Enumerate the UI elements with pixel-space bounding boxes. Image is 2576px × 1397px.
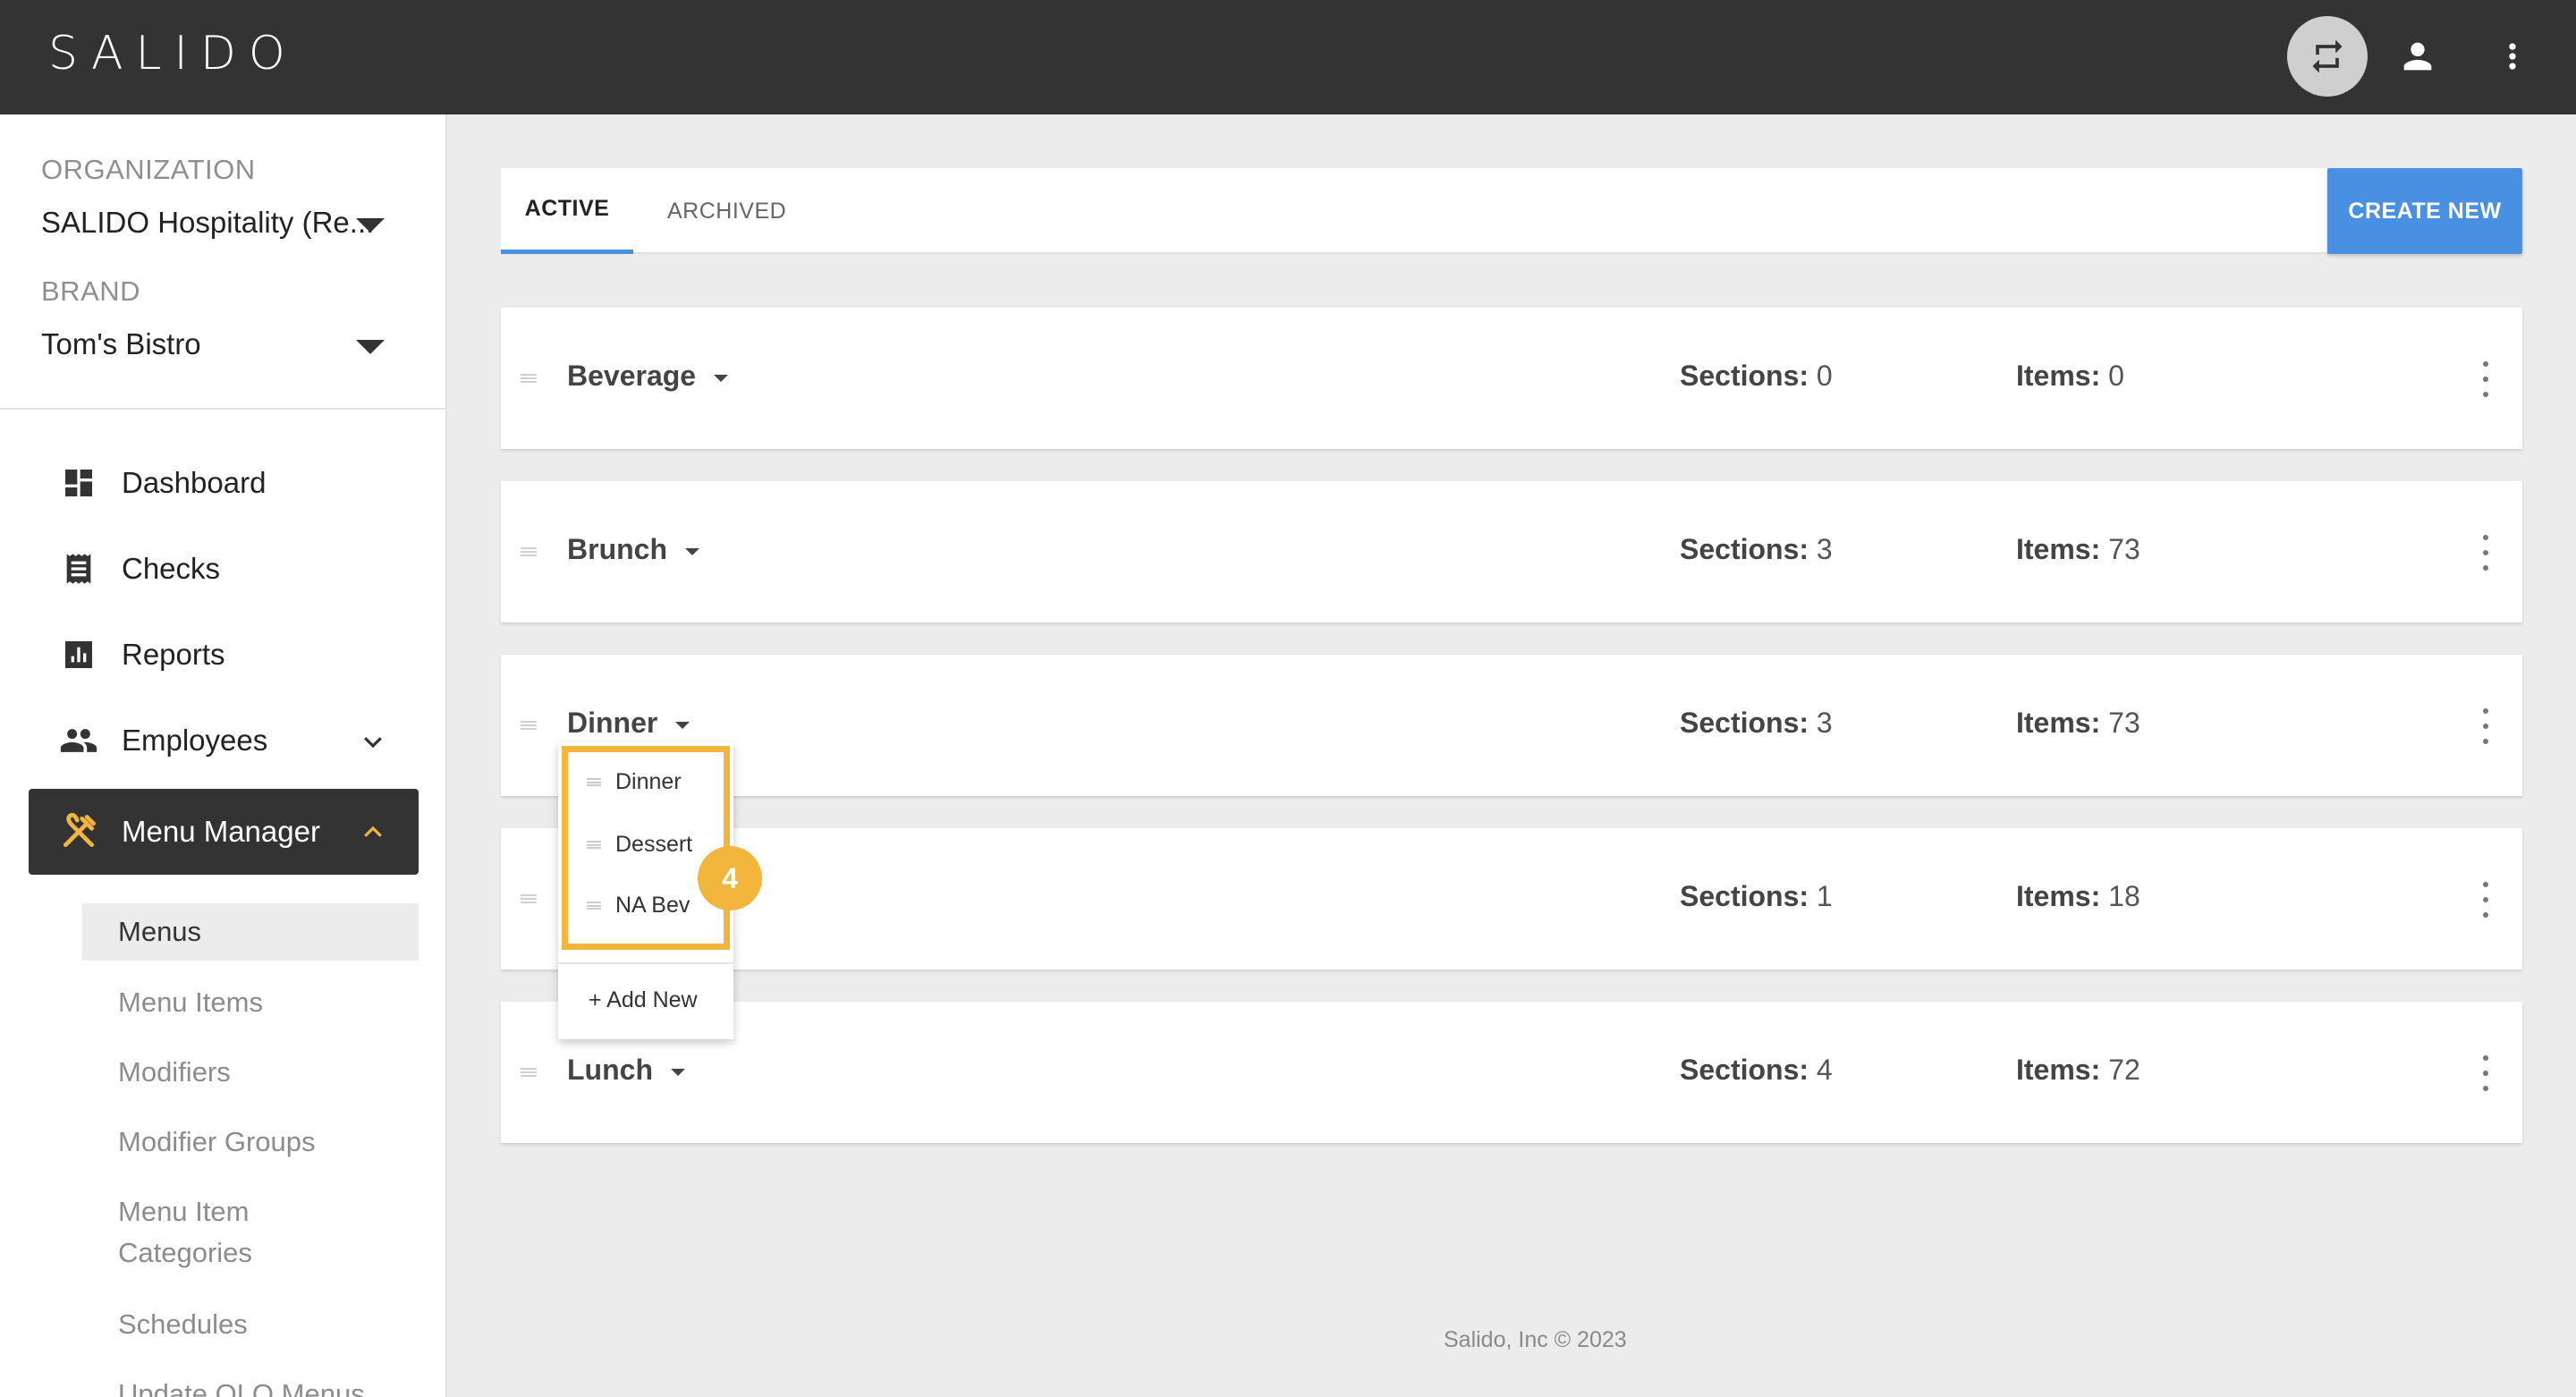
row-more-icon[interactable] xyxy=(2472,708,2499,744)
dashboard-icon xyxy=(59,463,98,503)
menu-name-dropdown[interactable]: Brunch xyxy=(567,533,699,566)
account-icon xyxy=(2403,42,2432,71)
tab-active[interactable]: ACTIVE xyxy=(501,168,633,254)
menu-name-dropdown[interactable]: Beverage xyxy=(567,360,729,393)
drag-handle-icon[interactable] xyxy=(521,547,537,556)
bar-chart-icon xyxy=(59,635,98,674)
sidebar: ORGANIZATION SALIDO Hospitality (Re... B… xyxy=(0,114,447,1397)
sidebar-subitem-menu-items[interactable]: Menu Items xyxy=(82,982,419,1023)
receipt-icon xyxy=(59,549,98,588)
chevron-down-icon xyxy=(364,737,382,749)
sidebar-item-checks[interactable]: Checks xyxy=(29,526,419,612)
sidebar-item-dashboard[interactable]: Dashboard xyxy=(29,440,419,526)
row-more-icon[interactable] xyxy=(2472,1055,2499,1091)
sections-count: Sections: 0 xyxy=(1680,360,1833,392)
items-count: Items: 72 xyxy=(2016,1054,2140,1086)
sidebar-subitem-schedules[interactable]: Schedules xyxy=(82,1304,419,1345)
row-more-icon[interactable] xyxy=(2472,882,2499,918)
drag-handle-icon[interactable] xyxy=(587,778,601,786)
items-count: Items: 0 xyxy=(2016,360,2124,392)
sidebar-subitem-menus[interactable]: Menus xyxy=(82,903,419,961)
sections-count: Sections: 1 xyxy=(1680,880,1833,912)
organization-caret-icon[interactable] xyxy=(356,218,385,233)
menu-name-dropdown[interactable]: Lunch xyxy=(567,1054,685,1087)
footer-copyright: Salido, Inc © 2023 xyxy=(1444,1327,1627,1352)
switch-location-button[interactable] xyxy=(2287,16,2368,97)
drag-handle-icon[interactable] xyxy=(521,374,537,383)
sidebar-subitem-modifiers[interactable]: Modifiers xyxy=(82,1052,419,1093)
people-icon xyxy=(59,721,98,760)
row-more-icon[interactable] xyxy=(2472,535,2499,571)
chevron-up-icon xyxy=(364,826,382,837)
sidebar-subitem-update-olo-menus[interactable]: Update OLO Menus xyxy=(82,1374,419,1397)
more-options-button[interactable] xyxy=(2472,16,2553,97)
sidebar-item-reports[interactable]: Reports xyxy=(29,612,419,698)
sections-count: Sections: 3 xyxy=(1680,707,1833,739)
step-badge: 4 xyxy=(698,846,762,910)
sidebar-subitem-menu-item-categories[interactable]: Menu Item Categories xyxy=(82,1191,351,1274)
dropdown-item-dessert[interactable]: Dessert xyxy=(587,832,692,858)
organization-label: ORGANIZATION xyxy=(41,154,256,185)
menu-row[interactable]: Beverage Sections: 0 Items: 0 xyxy=(501,308,2522,449)
dropdown-divider xyxy=(558,962,733,964)
items-count: Items: 73 xyxy=(2016,533,2140,565)
sidebar-item-label: Dashboard xyxy=(122,466,267,499)
add-new-section-button[interactable]: + Add New xyxy=(589,987,698,1013)
menu-name-dropdown[interactable]: Dinner xyxy=(567,707,691,740)
drag-handle-icon[interactable] xyxy=(521,721,537,730)
brand-select[interactable]: Tom's Bistro xyxy=(41,327,201,361)
sidebar-item-employees[interactable]: Employees xyxy=(29,698,419,783)
sidebar-item-label: Checks xyxy=(122,552,221,585)
top-app-bar: SALIDO xyxy=(0,0,2576,114)
more-vert-icon xyxy=(2509,43,2516,70)
sections-count: Sections: 4 xyxy=(1680,1054,1833,1086)
items-count: Items: 18 xyxy=(2016,880,2140,912)
caret-down-icon xyxy=(670,1068,685,1076)
sidebar-subitem-modifier-groups[interactable]: Modifier Groups xyxy=(82,1122,419,1163)
sidebar-item-label: Employees xyxy=(122,724,268,757)
sections-count: Sections: 3 xyxy=(1680,533,1833,565)
caret-down-icon xyxy=(675,721,691,729)
drag-handle-icon[interactable] xyxy=(521,1068,537,1077)
drag-handle-icon[interactable] xyxy=(587,902,601,910)
menu-row[interactable]: Dinner Sections: 3 Items: 73 xyxy=(501,655,2522,796)
switch-icon xyxy=(2312,39,2343,73)
caret-down-icon xyxy=(714,374,729,382)
sidebar-item-menu-manager[interactable]: Menu Manager xyxy=(29,789,419,875)
menu-row[interactable]: Sections: 1 Items: 18 xyxy=(501,828,2522,969)
dropdown-item-dinner[interactable]: Dinner xyxy=(587,769,682,795)
caret-down-icon xyxy=(685,547,699,555)
drag-handle-icon[interactable] xyxy=(587,841,601,849)
brand-label: BRAND xyxy=(41,275,141,307)
drag-handle-icon[interactable] xyxy=(521,894,537,903)
sidebar-item-label: Reports xyxy=(122,638,225,671)
salido-logo[interactable]: SALIDO xyxy=(48,27,298,80)
dropdown-item-na-bev[interactable]: NA Bev xyxy=(587,893,690,919)
menu-tabs: ACTIVE ARCHIVED xyxy=(501,168,2522,254)
create-new-button[interactable]: CREATE NEW xyxy=(2327,168,2522,254)
organization-select[interactable]: SALIDO Hospitality (Re... xyxy=(41,206,374,240)
account-button[interactable] xyxy=(2377,16,2458,97)
sidebar-item-label: Menu Manager xyxy=(122,815,320,848)
brand-caret-icon[interactable] xyxy=(356,340,385,354)
items-count: Items: 73 xyxy=(2016,707,2140,739)
menu-row[interactable]: Brunch Sections: 3 Items: 73 xyxy=(501,481,2522,622)
row-more-icon[interactable] xyxy=(2472,361,2499,397)
utensils-icon xyxy=(59,812,98,851)
sidebar-divider xyxy=(0,408,447,410)
tab-archived[interactable]: ARCHIVED xyxy=(633,168,820,254)
menu-row[interactable]: Lunch Sections: 4 Items: 72 xyxy=(501,1002,2522,1143)
